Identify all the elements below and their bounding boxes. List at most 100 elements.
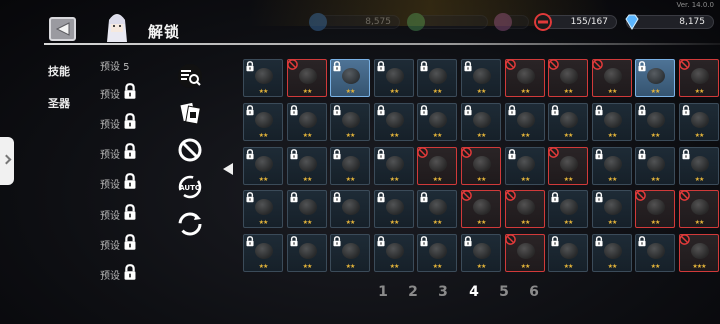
page-number[interactable]: 1 (376, 284, 390, 300)
relic-slot[interactable]: ★★ (679, 147, 719, 185)
relic-slot[interactable]: ★★ (592, 103, 632, 141)
relic-slot[interactable]: ★★ (548, 234, 588, 272)
relic-slot[interactable]: ★★ (330, 190, 370, 228)
relic-slot[interactable]: ★★ (330, 103, 370, 141)
resource-2-icon (407, 13, 425, 31)
relic-slot[interactable]: ★★ (635, 147, 675, 185)
relic-stars: ★★ (302, 176, 313, 183)
relic-slot[interactable]: ★★★ (679, 234, 719, 272)
page-number[interactable]: 3 (436, 284, 450, 300)
prev-page-arrow[interactable] (223, 163, 233, 175)
relic-slot[interactable]: ★★ (635, 59, 675, 97)
relic-slot[interactable]: ★★ (330, 147, 370, 185)
search-list-icon[interactable] (176, 62, 204, 90)
diamond-icon (625, 14, 639, 30)
relic-slot[interactable]: ★★ (635, 190, 675, 228)
relic-slot[interactable]: ★★ (592, 59, 632, 97)
relic-stars: ★★ (563, 132, 574, 139)
lock-icon (638, 236, 646, 247)
relic-slot[interactable]: ★★ (679, 103, 719, 141)
relic-slot[interactable]: ★★ (243, 59, 283, 97)
relic-item-icon (473, 243, 491, 259)
relic-slot[interactable]: ★★ (417, 103, 457, 141)
cancel-ring-icon[interactable] (176, 136, 204, 164)
relic-slot[interactable]: ★★ (548, 59, 588, 97)
lock-icon (551, 105, 559, 116)
relic-slot[interactable]: ★★ (287, 190, 327, 228)
relic-slot[interactable]: ★★ (461, 103, 501, 141)
relic-slot[interactable]: ★★ (505, 103, 545, 141)
relic-slot[interactable]: ★★ (461, 59, 501, 97)
page-number[interactable]: 5 (497, 284, 511, 300)
relic-item-icon (255, 68, 273, 84)
relic-stars: ★★ (258, 263, 269, 270)
auto-cycle-icon[interactable]: AUTO (176, 173, 204, 201)
card-swap-icon[interactable] (176, 99, 204, 127)
relic-slot[interactable]: ★★ (417, 190, 457, 228)
relic-item-icon (386, 243, 404, 259)
no-entry-icon (287, 59, 298, 70)
back-button[interactable] (49, 17, 76, 41)
relic-slot[interactable]: ★★ (287, 234, 327, 272)
page-number[interactable]: 6 (527, 284, 541, 300)
lock-icon (638, 105, 646, 116)
relic-slot[interactable]: ★★ (461, 147, 501, 185)
lock-icon (551, 236, 559, 247)
relic-slot[interactable]: ★★ (679, 59, 719, 97)
relic-slot[interactable]: ★★ (592, 190, 632, 228)
relic-slot[interactable]: ★★ (461, 234, 501, 272)
relic-slot[interactable]: ★★ (243, 190, 283, 228)
relic-stars: ★★ (345, 176, 356, 183)
relic-slot[interactable]: ★★ (330, 234, 370, 272)
relic-slot[interactable]: ★★ (374, 147, 414, 185)
tab-relics[interactable]: 圣器 (48, 95, 70, 111)
relic-slot[interactable]: ★★ (330, 59, 370, 97)
relic-item-icon (691, 156, 709, 172)
relic-item-icon (604, 243, 622, 259)
relic-item-icon (647, 68, 665, 84)
relic-slot[interactable]: ★★ (243, 234, 283, 272)
relic-item-icon (691, 199, 709, 215)
refresh-cycle-icon[interactable] (176, 210, 204, 238)
relic-slot[interactable]: ★★ (548, 103, 588, 141)
relic-item-icon (647, 243, 665, 259)
relic-item-icon (604, 156, 622, 172)
energy-bar[interactable]: 155/167 (534, 13, 617, 31)
relic-slot[interactable]: ★★ (548, 190, 588, 228)
relic-slot[interactable]: ★★ (505, 190, 545, 228)
relic-slot[interactable]: ★★ (287, 147, 327, 185)
relic-slot[interactable]: ★★ (417, 234, 457, 272)
side-drawer-handle[interactable] (0, 137, 14, 185)
relic-stars: ★★ (607, 263, 618, 270)
relic-slot[interactable]: ★★ (374, 234, 414, 272)
relic-slot[interactable]: ★★ (374, 59, 414, 97)
relic-slot[interactable]: ★★ (548, 147, 588, 185)
relic-slot[interactable]: ★★ (505, 59, 545, 97)
relic-slot[interactable]: ★★ (592, 234, 632, 272)
relic-slot[interactable]: ★★ (374, 103, 414, 141)
relic-item-icon (299, 243, 317, 259)
tab-skills[interactable]: 技能 (48, 63, 70, 79)
lock-icon (420, 192, 428, 203)
relic-slot[interactable]: ★★ (505, 147, 545, 185)
gems-bar[interactable]: 8,175 (625, 14, 714, 30)
relic-stars: ★★ (258, 132, 269, 139)
page-number[interactable]: 4 (467, 284, 481, 300)
relic-slot[interactable]: ★★ (635, 234, 675, 272)
relic-slot[interactable]: ★★ (679, 190, 719, 228)
relic-slot[interactable]: ★★ (417, 59, 457, 97)
relic-slot[interactable]: ★★ (505, 234, 545, 272)
page-number[interactable]: 2 (406, 284, 420, 300)
relic-item-icon (342, 68, 360, 84)
relic-slot[interactable]: ★★ (287, 103, 327, 141)
lock-icon (464, 236, 472, 247)
relic-slot[interactable]: ★★ (243, 147, 283, 185)
relic-slot[interactable]: ★★ (635, 103, 675, 141)
relic-slot[interactable]: ★★ (243, 103, 283, 141)
relic-slot[interactable]: ★★ (417, 147, 457, 185)
relic-slot[interactable]: ★★ (287, 59, 327, 97)
relic-slot[interactable]: ★★ (592, 147, 632, 185)
relic-slot[interactable]: ★★ (374, 190, 414, 228)
relic-item-icon (560, 112, 578, 128)
relic-slot[interactable]: ★★ (461, 190, 501, 228)
